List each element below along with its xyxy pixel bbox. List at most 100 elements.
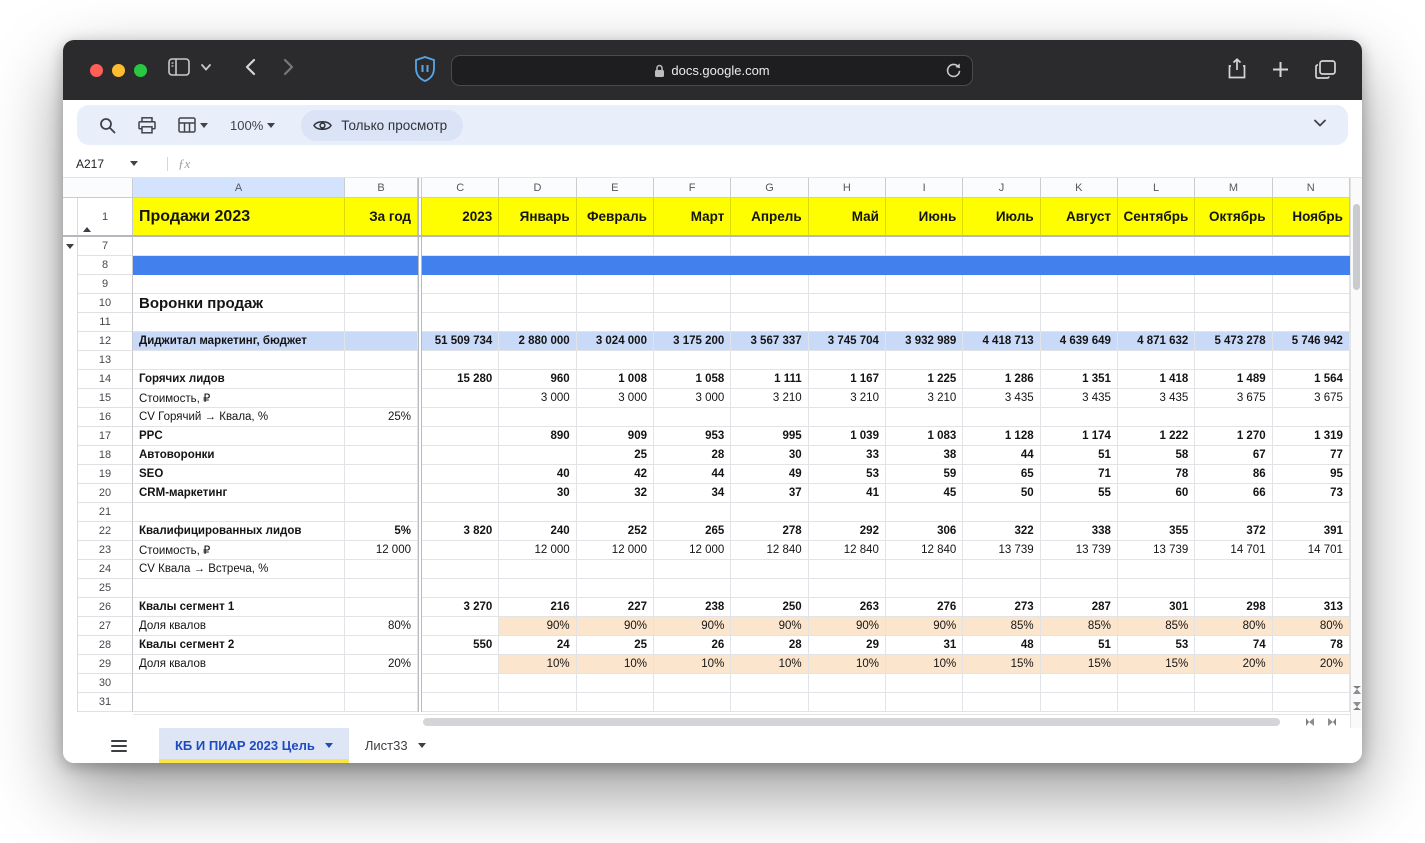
cell-value[interactable] xyxy=(422,275,499,294)
cell-month-header[interactable]: Январь xyxy=(499,198,576,235)
cell-value[interactable]: 41 xyxy=(809,484,886,503)
cell-b[interactable] xyxy=(345,370,418,389)
row-header-30[interactable]: 30 xyxy=(78,674,133,693)
row-header-17[interactable]: 17 xyxy=(78,427,133,446)
cell-label[interactable]: PPC xyxy=(133,427,345,446)
cell-label[interactable]: Диджитал маркетинг, бюджет xyxy=(133,332,345,351)
cell-value[interactable]: 26 xyxy=(654,636,731,655)
cell-label[interactable] xyxy=(133,674,345,693)
cell-value[interactable] xyxy=(809,294,886,313)
cell-value[interactable] xyxy=(963,351,1040,370)
cell-value[interactable]: 10% xyxy=(809,655,886,674)
cell-value[interactable] xyxy=(963,560,1040,579)
horizontal-scrollbar-thumb[interactable] xyxy=(423,718,1280,726)
cell-month-header[interactable]: Сентябрь xyxy=(1118,198,1195,235)
cell-b[interactable] xyxy=(345,560,418,579)
cell-value[interactable]: 12 000 xyxy=(499,541,576,560)
cell-value[interactable]: 14 701 xyxy=(1273,541,1350,560)
cell-value[interactable]: 13 739 xyxy=(1118,541,1195,560)
forward-button[interactable] xyxy=(283,58,294,76)
cell-value[interactable] xyxy=(577,579,654,598)
cell-value[interactable] xyxy=(963,579,1040,598)
cell-value[interactable]: 1 270 xyxy=(1195,427,1272,446)
column-header-J[interactable]: J xyxy=(963,178,1040,198)
cell-month-header[interactable]: Март xyxy=(654,198,731,235)
cell-month-header[interactable]: Май xyxy=(809,198,886,235)
cell-value[interactable] xyxy=(499,408,576,427)
cell-label[interactable]: Квалифицированных лидов xyxy=(133,522,345,541)
cell-b[interactable] xyxy=(345,294,418,313)
cell-month-header[interactable]: Февраль xyxy=(577,198,654,235)
cell-value[interactable]: 960 xyxy=(499,370,576,389)
cell-value[interactable] xyxy=(1041,579,1118,598)
cell-value[interactable] xyxy=(654,408,731,427)
cell-b[interactable]: 80% xyxy=(345,617,418,636)
cell-year-total-header[interactable]: За год xyxy=(345,198,418,235)
cell-value[interactable]: 90% xyxy=(654,617,731,636)
cell-value[interactable] xyxy=(1195,256,1272,275)
row-header-24[interactable]: 24 xyxy=(78,560,133,579)
cell-b[interactable] xyxy=(345,446,418,465)
cell-value[interactable] xyxy=(1041,351,1118,370)
cell-value[interactable] xyxy=(422,351,499,370)
column-header-L[interactable]: L xyxy=(1118,178,1195,198)
row-header-8[interactable]: 8 xyxy=(78,256,133,275)
cell-value[interactable]: 265 xyxy=(654,522,731,541)
cell-value[interactable]: 1 058 xyxy=(654,370,731,389)
privacy-shield-icon[interactable] xyxy=(413,55,437,83)
cell-b[interactable] xyxy=(345,674,418,693)
cell-value[interactable]: 391 xyxy=(1273,522,1350,541)
row-header-18[interactable]: 18 xyxy=(78,446,133,465)
cell-value[interactable] xyxy=(654,560,731,579)
cell-value[interactable] xyxy=(1041,256,1118,275)
cell-value[interactable] xyxy=(1273,579,1350,598)
cell-value[interactable] xyxy=(577,351,654,370)
cell-value[interactable] xyxy=(1195,579,1272,598)
cell-value[interactable]: 322 xyxy=(963,522,1040,541)
cell-value[interactable]: 15% xyxy=(1041,655,1118,674)
cell-value[interactable] xyxy=(731,351,808,370)
cell-value[interactable]: 58 xyxy=(1118,446,1195,465)
row-header-26[interactable]: 26 xyxy=(78,598,133,617)
column-header-I[interactable]: I xyxy=(886,178,963,198)
cell-value[interactable] xyxy=(731,275,808,294)
cell-value[interactable] xyxy=(809,256,886,275)
cell-value[interactable]: 1 286 xyxy=(963,370,1040,389)
cell-value[interactable]: 59 xyxy=(886,465,963,484)
cell-value[interactable]: 33 xyxy=(809,446,886,465)
cell-value[interactable]: 85% xyxy=(1041,617,1118,636)
cell-value[interactable]: 80% xyxy=(1195,617,1272,636)
cell-value[interactable]: 10% xyxy=(654,655,731,674)
cell-value[interactable]: 355 xyxy=(1118,522,1195,541)
cell-value[interactable]: 95 xyxy=(1273,465,1350,484)
cell-value[interactable]: 3 000 xyxy=(654,389,731,408)
column-header-F[interactable]: F xyxy=(654,178,731,198)
cell-value[interactable]: 30 xyxy=(731,446,808,465)
cell-value[interactable]: 40 xyxy=(499,465,576,484)
cell-b[interactable] xyxy=(345,636,418,655)
cell-value[interactable] xyxy=(886,237,963,256)
cell-value[interactable]: 3 000 xyxy=(577,389,654,408)
cell-value[interactable] xyxy=(422,503,499,522)
cell-value[interactable]: 45 xyxy=(886,484,963,503)
cell-value[interactable] xyxy=(654,237,731,256)
cell-b[interactable] xyxy=(345,465,418,484)
cell-value[interactable]: 1 222 xyxy=(1118,427,1195,446)
cell-value[interactable]: 90% xyxy=(886,617,963,636)
cell-value[interactable]: 3 210 xyxy=(731,389,808,408)
cell-value[interactable]: 51 509 734 xyxy=(422,332,499,351)
cell-value[interactable]: 15% xyxy=(963,655,1040,674)
cell-value[interactable]: 909 xyxy=(577,427,654,446)
cell-value[interactable]: 30 xyxy=(499,484,576,503)
cell-value[interactable] xyxy=(577,503,654,522)
tab-overview-icon[interactable] xyxy=(1315,60,1336,79)
cell-value[interactable]: 1 489 xyxy=(1195,370,1272,389)
cell-value[interactable]: 28 xyxy=(654,446,731,465)
cell-month-header[interactable]: Ноябрь xyxy=(1273,198,1350,235)
sidebar-icon[interactable] xyxy=(168,58,190,76)
cell-value[interactable]: 338 xyxy=(1041,522,1118,541)
cell-value[interactable] xyxy=(1195,294,1272,313)
cell-value[interactable]: 3 435 xyxy=(963,389,1040,408)
cell-value[interactable]: 71 xyxy=(1041,465,1118,484)
cell-value[interactable]: 10% xyxy=(499,655,576,674)
